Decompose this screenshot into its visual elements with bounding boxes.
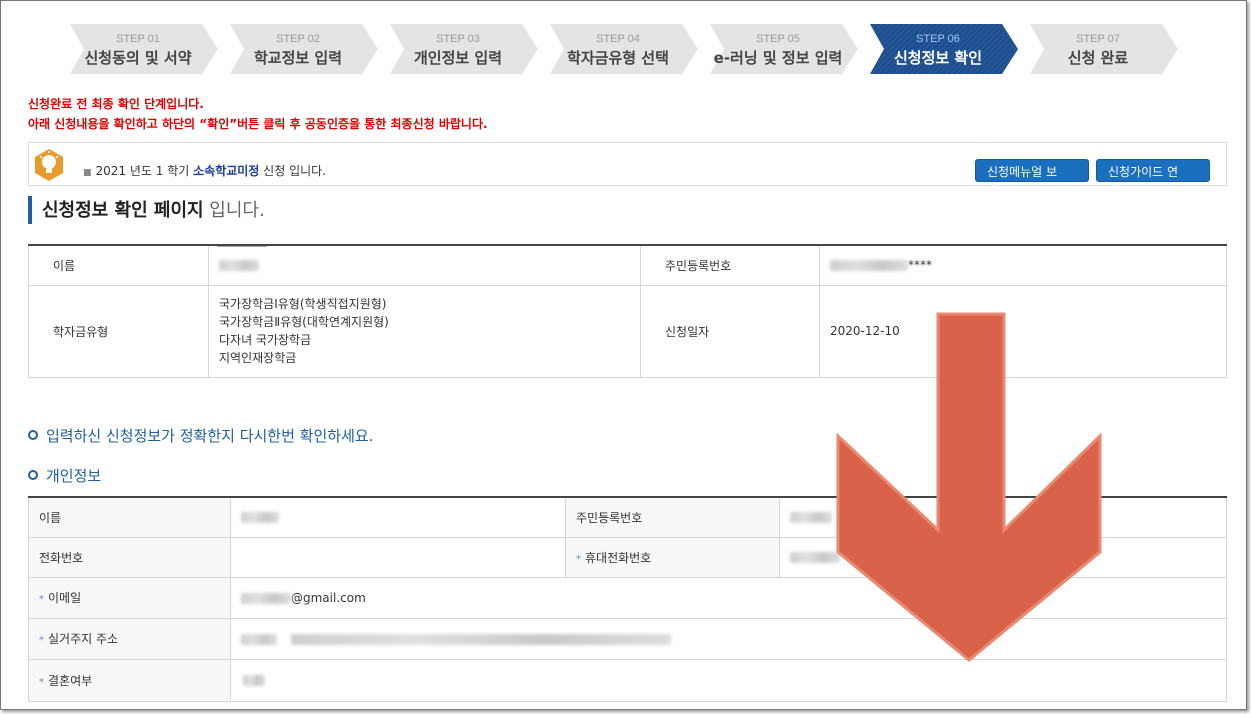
required-star-icon: * (39, 676, 44, 688)
guide-link-button[interactable]: 신청가이드 연결 › (1096, 159, 1210, 196)
step-5: STEP 05 e-러닝 및 정보 입력 (710, 24, 858, 74)
step-label: 신청 완료 (1067, 49, 1129, 67)
step-6-active: STEP 06 신청정보 확인 (870, 24, 1018, 74)
married-value (230, 658, 1227, 702)
required-star-icon: * (576, 553, 581, 565)
chevron-right-icon: › (1004, 182, 1009, 196)
type-label: 학자금유형 (28, 284, 209, 378)
step-number: STEP 03 (436, 33, 480, 45)
step-progress: STEP 01 신청동의 및 서약 STEP 02 학교정보 입력 STEP 0… (70, 24, 1190, 74)
phone-label: 전화번호 (28, 536, 231, 578)
ring-bullet-icon (28, 469, 38, 480)
required-star-icon: * (39, 594, 44, 605)
required-star-icon: * (39, 635, 44, 646)
chevron-right-icon: › (1125, 182, 1130, 196)
semester-info-bar: ■ 2021 년도 1 학기 소속학교미정 신청 입니다. 신청메뉴얼 보기 › 신… (28, 142, 1227, 196)
mobile-label: * 휴대전화번호 (565, 536, 780, 578)
name-label: 이름 (28, 244, 209, 286)
phone-value (230, 536, 566, 578)
name-value (208, 244, 641, 286)
email-label: * 이메일 (28, 576, 231, 619)
step-label: 신청동의 및 서약 (84, 49, 192, 67)
step-2: STEP 02 학교정보 입력 (230, 24, 378, 74)
step-7: STEP 07 신청 완료 (1030, 24, 1178, 74)
page-title: 신청정보 확인 페이지 입니다. (28, 196, 265, 224)
date-label: 신청일자 (640, 284, 820, 378)
name-value (230, 496, 566, 538)
step-4: STEP 04 학자금유형 선택 (550, 24, 698, 74)
rrn-label: 주민등록번호 (640, 244, 820, 286)
step-number: STEP 05 (756, 33, 800, 45)
rrn-value: **** (819, 244, 1227, 286)
lightbulb-icon (33, 148, 65, 182)
rrn-label: 주민등록번호 (565, 496, 780, 538)
notice-line-1: 신청완료 전 최종 확인 단계입니다. (28, 97, 204, 111)
step-1: STEP 01 신청동의 및 서약 (70, 24, 218, 74)
section-confirm-notice: 입력하신 신청정보가 정확한지 다시한번 확인하세요. (28, 425, 373, 446)
step-number: STEP 04 (596, 33, 640, 45)
step-label: 신청정보 확인 (893, 49, 983, 67)
name-label: 이름 (28, 496, 231, 538)
step-label: 학자금유형 선택 (567, 49, 669, 67)
married-label: * 결혼여부 (28, 658, 231, 702)
address-label: * 실거주지 주소 (28, 617, 231, 660)
school-status: 소속학교미정 (193, 164, 260, 178)
section-personal-info: 개인정보 (28, 465, 101, 486)
semester-info-text: ■ 2021 년도 1 학기 소속학교미정 신청 입니다. (83, 164, 327, 178)
step-label: e-러닝 및 정보 입력 (713, 49, 843, 67)
step-3: STEP 03 개인정보 입력 (390, 24, 538, 74)
ring-bullet-icon (28, 429, 38, 440)
notice-line-2: 아래 신청내용을 확인하고 하단의 “확인”버튼 클릭 후 공동인증을 통한 최… (28, 117, 488, 131)
scholarship-types: 국가장학금Ⅰ유형(학생직접지원형) 국가장학금Ⅱ유형(대학연계지원형) 다자녀 … (208, 284, 641, 378)
step-label: 학교정보 입력 (253, 49, 343, 67)
step-number: STEP 01 (116, 33, 160, 45)
step-number: STEP 06 (916, 33, 960, 45)
step-number: STEP 07 (1076, 33, 1120, 45)
step-label: 개인정보 입력 (413, 49, 503, 67)
step-number: STEP 02 (276, 33, 320, 45)
arrow-down-icon (836, 312, 1102, 662)
view-manual-button[interactable]: 신청메뉴얼 보기 › (975, 159, 1089, 196)
